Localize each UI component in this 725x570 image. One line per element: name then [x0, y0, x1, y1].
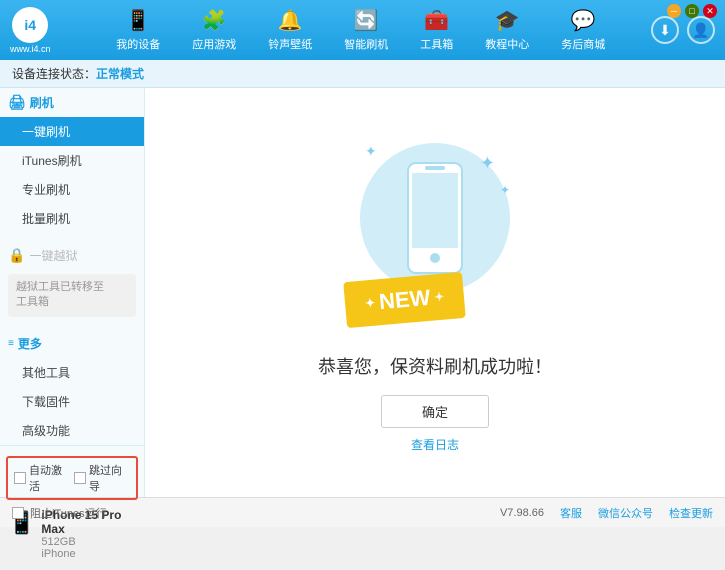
time-guide-label: 跳过向导 — [89, 462, 130, 494]
device-checkboxes: 自动激活 跳过向导 — [6, 456, 138, 500]
nav-my-device-label: 我的设备 — [116, 36, 160, 52]
nav-app-games[interactable]: 🧩 应用游戏 — [176, 2, 252, 58]
new-badge: ✦ NEW ✦ — [343, 271, 466, 327]
sidebar-section-more: ≡ 更多 — [0, 329, 144, 358]
sidebar-notice: 越狱工具已转移至工具箱 — [8, 274, 136, 317]
logo: i4 www.i4.cn — [10, 7, 51, 54]
user-button[interactable]: 👤 — [687, 16, 715, 44]
sparkle-1: ✦ — [480, 153, 495, 174]
tutorial-icon: 🎓 — [495, 8, 520, 33]
logo-text: www.i4.cn — [10, 44, 51, 54]
sidebar-item-itunes-flash[interactable]: iTunes刷机 — [0, 146, 144, 175]
customer-service-link[interactable]: 客服 — [560, 505, 582, 521]
nav-service-label: 务后商城 — [561, 36, 605, 52]
nav-smart-flash[interactable]: 🔄 智能刷机 — [328, 2, 404, 58]
device-storage: 512GB — [41, 536, 136, 548]
content-area: ✦ ✦ ✦ ✦ NEW ✦ 恭喜您，保资料刷机成功啦！ 确定 查看日志 — [145, 88, 725, 497]
lock-icon: 🔒 — [8, 247, 25, 264]
logo-circle: i4 — [12, 7, 48, 43]
my-device-icon: 📱 — [126, 8, 151, 33]
nav-smart-flash-label: 智能刷机 — [344, 36, 388, 52]
check-update-link[interactable]: 检查更新 — [669, 505, 713, 521]
close-button[interactable]: ✕ — [703, 4, 717, 18]
app-games-icon: 🧩 — [202, 8, 227, 33]
sidebar-item-pro-flash[interactable]: 专业刷机 — [0, 175, 144, 204]
footer-left: 阻止iTunes运行 — [12, 505, 107, 521]
confirm-button[interactable]: 确定 — [381, 395, 489, 428]
logo-symbol: i4 — [24, 17, 36, 33]
stop-itunes-checkbox[interactable] — [12, 507, 24, 519]
sidebar-item-batch-flash[interactable]: 批量刷机 — [0, 204, 144, 233]
nav-ringtones[interactable]: 🔔 铃声壁纸 — [252, 2, 328, 58]
main-layout: 🖨 刷机 一键刷机 iTunes刷机 专业刷机 批量刷机 🔒 一键越狱 — [0, 88, 725, 497]
sidebar-section-flash: 🖨 刷机 — [0, 88, 144, 117]
success-text: 恭喜您，保资料刷机成功啦！ — [318, 353, 552, 379]
smart-flash-icon: 🔄 — [354, 8, 379, 33]
success-image: ✦ ✦ ✦ ✦ NEW ✦ — [355, 133, 515, 333]
view-log-link[interactable]: 查看日志 — [411, 436, 459, 453]
subheader-label: 设备连接状态： — [12, 65, 96, 82]
maximize-button[interactable]: □ — [685, 4, 699, 18]
header-right: ⬇ 👤 — [651, 16, 715, 44]
sidebar-item-advanced[interactable]: 高级功能 — [0, 416, 144, 445]
auto-activate-checkbox[interactable]: 自动激活 — [14, 462, 70, 494]
wechat-public-link[interactable]: 微信公众号 — [598, 505, 653, 521]
nav-ringtones-label: 铃声壁纸 — [268, 36, 312, 52]
window-controls: ─ □ ✕ — [667, 4, 717, 18]
subheader: 设备连接状态： 正常模式 — [0, 60, 725, 88]
service-icon: 💬 — [571, 8, 596, 33]
phone-illustration — [400, 158, 470, 278]
sidebar-disabled-jailbreak: 🔒 一键越狱 — [0, 241, 144, 270]
nav-app-games-label: 应用游戏 — [192, 36, 236, 52]
nav-toolbox-label: 工具箱 — [420, 36, 453, 52]
device-type: iPhone — [41, 548, 136, 560]
main-nav: 📱 我的设备 🧩 应用游戏 🔔 铃声壁纸 🔄 智能刷机 🧰 工具箱 🎓 — [71, 2, 651, 58]
download-button[interactable]: ⬇ — [651, 16, 679, 44]
time-guide-checkbox[interactable]: 跳过向导 — [74, 462, 130, 494]
sparkle-2: ✦ — [500, 183, 510, 197]
time-guide-checkbox-box[interactable] — [74, 472, 86, 484]
nav-toolbox[interactable]: 🧰 工具箱 — [404, 2, 469, 58]
header: i4 www.i4.cn 📱 我的设备 🧩 应用游戏 🔔 铃声壁纸 🔄 智能刷机 — [0, 0, 725, 60]
minimize-button[interactable]: ─ — [667, 4, 681, 18]
sidebar-item-download-firmware[interactable]: 下载固件 — [0, 387, 144, 416]
stop-itunes-label: 阻止iTunes运行 — [30, 505, 107, 521]
flash-section-icon: 🖨 — [8, 94, 26, 111]
ringtones-icon: 🔔 — [278, 8, 303, 33]
sparkle-3: ✦ — [365, 143, 377, 160]
footer-right: V7.98.66 客服 微信公众号 检查更新 — [500, 505, 713, 521]
version-label: V7.98.66 — [500, 507, 544, 519]
auto-activate-label: 自动激活 — [29, 462, 70, 494]
nav-tutorial-label: 教程中心 — [485, 36, 529, 52]
nav-my-device[interactable]: 📱 我的设备 — [100, 2, 176, 58]
nav-tutorial[interactable]: 🎓 教程中心 — [469, 2, 545, 58]
subheader-mode: 正常模式 — [96, 65, 144, 82]
auto-activate-checkbox-box[interactable] — [14, 472, 26, 484]
nav-service[interactable]: 💬 务后商城 — [545, 2, 621, 58]
sidebar-item-one-key-flash[interactable]: 一键刷机 — [0, 117, 144, 146]
sidebar: 🖨 刷机 一键刷机 iTunes刷机 专业刷机 批量刷机 🔒 一键越狱 — [0, 88, 145, 497]
toolbox-icon: 🧰 — [424, 8, 449, 33]
flash-section-label: 刷机 — [30, 94, 54, 111]
more-section-icon: ≡ — [8, 338, 14, 349]
sidebar-item-other-tools[interactable]: 其他工具 — [0, 358, 144, 387]
